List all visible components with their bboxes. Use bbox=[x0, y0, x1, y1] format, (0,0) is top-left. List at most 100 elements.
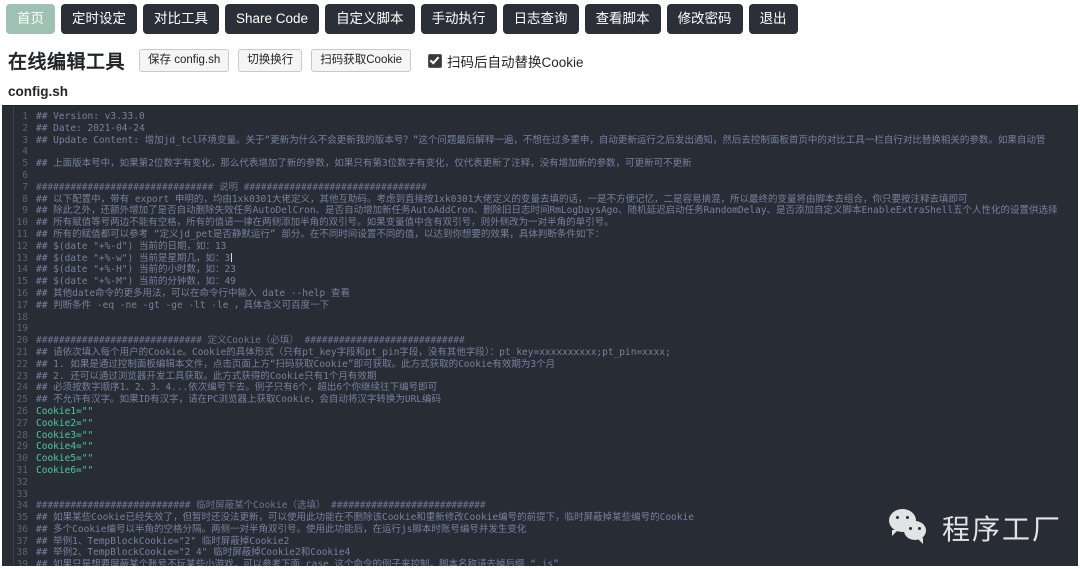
code-line[interactable]: 13 ## $(date "+%-w") 当前是星期几，如：3 bbox=[2, 252, 1078, 265]
line-number: 12 bbox=[16, 240, 28, 252]
nav-item-8[interactable]: 修改密码 bbox=[666, 4, 743, 34]
code-line[interactable]: 3 ## Update Content: 增加jd_tcl环境变量。关于“更新为什… bbox=[2, 135, 1078, 147]
nav-item-2[interactable]: 对比工具 bbox=[143, 4, 219, 34]
code-line[interactable]: 33 bbox=[2, 489, 1078, 501]
line-number: 28 bbox=[16, 429, 28, 441]
code-line[interactable]: 19 bbox=[2, 323, 1078, 335]
code-line[interactable]: 15 ## $(date "+%-M") 当前的分钟数，如：49 bbox=[2, 276, 1078, 288]
code-line[interactable]: 9 ## 除此之外，还额外增加了是否自动删除失效任务AutoDelCron、是否自… bbox=[2, 205, 1078, 217]
line-number: 8 bbox=[22, 193, 28, 205]
code-line[interactable]: 4 bbox=[2, 146, 1078, 158]
nav-item-1[interactable]: 定时设定 bbox=[61, 4, 137, 34]
code-line[interactable]: 27 Cookie2="" bbox=[2, 418, 1078, 430]
code-line[interactable]: 8 ## 以下配置中，带有 export 申明的，均由1xk0301大佬定义，其他… bbox=[2, 194, 1078, 206]
nav-item-9[interactable]: 退出 bbox=[748, 4, 798, 34]
code-line[interactable]: 10 ## 所有赋值等号两边不能有空格，所有的值请一律在两侧添加半角的双引号。如果… bbox=[2, 217, 1078, 229]
line-text: ############################### 说明 #####… bbox=[36, 181, 427, 193]
line-text: ############################# 定义Cookie（必… bbox=[36, 335, 465, 347]
line-text: ## 所有的赋值都可以参考 “定义jd_pet是否静默运行” 部分。在不同时间设… bbox=[36, 228, 605, 240]
code-line[interactable]: 39 ## 如果只是想要屏蔽某个账号不玩某些小游戏，可以参考下面 case 这个命… bbox=[2, 559, 1078, 566]
nav-item-5[interactable]: 手动执行 bbox=[420, 4, 497, 34]
code-content[interactable]: 1 ## Version: v3.33.0 2 ## Date: 2021-04-24… bbox=[2, 106, 1078, 566]
line-text: ## 举例2、TempBlockCookie="2 4" 临时屏蔽掉Cookie… bbox=[36, 547, 351, 559]
line-text: Cookie5="" bbox=[36, 453, 94, 465]
code-line[interactable]: 11 ## 所有的赋值都可以参考 “定义jd_pet是否静默运行” 部分。在不同时… bbox=[2, 229, 1078, 241]
save-config-button[interactable]: 保存 config.sh bbox=[139, 49, 230, 72]
code-line[interactable]: 16 ## 其他date命令的更多用法，可以在命令行中输入 date --help… bbox=[2, 288, 1078, 300]
line-number: 16 bbox=[16, 287, 28, 299]
code-line[interactable]: 23 ## 2. 还可以通过浏览器开发工具获取。此方式获得的Cookie只有1个月… bbox=[2, 371, 1078, 383]
auto-replace-cookie-checkbox-wrap[interactable]: 扫码后自动替换Cookie bbox=[428, 51, 584, 71]
line-text: Cookie4="" bbox=[36, 441, 94, 453]
line-text: ## 上面版本号中，如果第2位数字有变化，那么代表增加了新的参数，如果只有第3位… bbox=[36, 158, 692, 170]
top-navbar: 首页 定时设定 对比工具 Share Code 自定义脚本 手动执行 日志查询 查看脚本 修改密… bbox=[0, 0, 1080, 38]
line-number: 33 bbox=[16, 488, 28, 500]
file-name-label: config.sh bbox=[8, 84, 68, 99]
line-number: 3 bbox=[22, 134, 28, 146]
line-text: ## 多个Cookie编号以半角的空格分隔。两侧一对半角双引号。使用此功能后，在… bbox=[36, 523, 527, 535]
code-line[interactable]: 35 ## 如果某些Cookie已经失效了，但暂时还没法更新，可以使用此功能在不删… bbox=[2, 512, 1078, 524]
line-number: 11 bbox=[16, 228, 28, 240]
code-line[interactable]: 38 ## 举例2、TempBlockCookie="2 4" 临时屏蔽掉Cook… bbox=[2, 547, 1078, 559]
code-line[interactable]: 5 ## 上面版本号中，如果第2位数字有变化，那么代表增加了新的参数，如果只有第3… bbox=[2, 158, 1078, 170]
line-text: ########################### 临时屏蔽某个Cookie… bbox=[36, 500, 486, 512]
code-line[interactable]: 18 bbox=[2, 312, 1078, 324]
line-number: 24 bbox=[16, 382, 28, 394]
code-line[interactable]: 25 ## 不允许有汉字。如果ID有汉字，请在PC浏览器上获取Cookie，会自动… bbox=[2, 394, 1078, 406]
line-text: Cookie3="" bbox=[36, 429, 94, 441]
code-line[interactable]: 14 ## $(date "+%-H") 当前的小时数，如：23 bbox=[2, 264, 1078, 276]
toggle-wrap-button[interactable]: 切换换行 bbox=[238, 49, 303, 72]
line-number: 7 bbox=[22, 181, 28, 193]
code-line[interactable]: 2 ## Date: 2021-04-24 bbox=[2, 123, 1078, 135]
line-number: 15 bbox=[16, 276, 28, 288]
line-text: ## 2. 还可以通过浏览器开发工具获取。此方式获得的Cookie只有1个月有效… bbox=[36, 370, 377, 382]
code-line[interactable]: 1 ## Version: v3.33.0 bbox=[2, 111, 1078, 123]
line-text: Cookie1="" bbox=[36, 405, 94, 417]
nav-item-4[interactable]: 自定义脚本 bbox=[325, 4, 415, 34]
code-line[interactable]: 7 ############################### 说明 ####… bbox=[2, 182, 1078, 194]
code-line[interactable]: 36 ## 多个Cookie编号以半角的空格分隔。两侧一对半角双引号。使用此功能后… bbox=[2, 524, 1078, 536]
code-line[interactable]: 31 Cookie6="" bbox=[2, 465, 1078, 477]
line-number: 17 bbox=[16, 299, 28, 311]
code-line[interactable]: 6 bbox=[2, 170, 1078, 182]
code-line[interactable]: 37 ## 举例1、TempBlockCookie="2" 临时屏蔽掉Cookie… bbox=[2, 536, 1078, 548]
scan-cookie-button[interactable]: 扫码获取Cookie bbox=[311, 49, 412, 72]
nav-item-7[interactable]: 查看脚本 bbox=[584, 4, 661, 34]
line-number: 13 bbox=[16, 252, 28, 264]
line-number: 35 bbox=[16, 512, 28, 524]
line-text: ## $(date "+%-M") 当前的分钟数，如：49 bbox=[36, 276, 236, 288]
line-number: 30 bbox=[16, 453, 28, 465]
code-line[interactable]: 29 Cookie4="" bbox=[2, 441, 1078, 453]
auto-replace-cookie-checkbox[interactable] bbox=[428, 53, 443, 68]
code-line[interactable]: 26 Cookie1="" bbox=[2, 406, 1078, 418]
line-text: ## $(date "+%-w") 当前是星期几，如：3 bbox=[36, 252, 231, 264]
line-number: 36 bbox=[16, 523, 28, 535]
nav-item-6[interactable]: 日志查询 bbox=[502, 4, 579, 34]
code-editor[interactable]: 1 ## Version: v3.33.0 2 ## Date: 2021-04-24… bbox=[2, 105, 1078, 566]
line-text: ## 请依次填入每个用户的Cookie。Cookie的具体形式（只有pt_key… bbox=[36, 346, 671, 358]
code-line[interactable]: 21 ## 请依次填入每个用户的Cookie。Cookie的具体形式（只有pt_k… bbox=[2, 347, 1078, 359]
line-number: 20 bbox=[16, 335, 28, 347]
line-number: 10 bbox=[16, 217, 28, 229]
line-number: 4 bbox=[22, 146, 28, 158]
line-text: Cookie6="" bbox=[36, 464, 94, 476]
code-line[interactable]: 30 Cookie5="" bbox=[2, 453, 1078, 465]
code-line[interactable]: 22 ## 1. 如果是通过控制面板编辑本文件，点击页面上方“扫码获取Cookie… bbox=[2, 359, 1078, 371]
nav-item-0[interactable]: 首页 bbox=[6, 4, 55, 34]
line-text: ## Version: v3.33.0 bbox=[36, 111, 145, 122]
nav-item-3[interactable]: Share Code bbox=[225, 4, 320, 34]
code-line[interactable]: 34 ########################### 临时屏蔽某个Cook… bbox=[2, 500, 1078, 512]
code-line[interactable]: 28 Cookie3="" bbox=[2, 430, 1078, 442]
line-number: 9 bbox=[22, 205, 28, 217]
code-line[interactable]: 12 ## $(date "+%-d") 当前的日期，如：13 bbox=[2, 241, 1078, 253]
line-text: ## $(date "+%-d") 当前的日期，如：13 bbox=[36, 240, 227, 252]
code-line[interactable]: 32 bbox=[2, 477, 1078, 489]
line-number: 18 bbox=[16, 311, 28, 323]
code-line[interactable]: 20 ############################# 定义Cookie… bbox=[2, 335, 1078, 347]
line-text: ## 其他date命令的更多用法，可以在命令行中输入 date --help 查… bbox=[36, 287, 350, 299]
line-number: 29 bbox=[16, 441, 28, 453]
code-line[interactable]: 24 ## 必须按数字顺序1、2、3、4...依次编号下去。例子只有6个，超出6个… bbox=[2, 382, 1078, 394]
line-text: ## 举例1、TempBlockCookie="2" 临时屏蔽掉Cookie2 bbox=[36, 535, 290, 547]
line-number: 22 bbox=[16, 358, 28, 370]
code-line[interactable]: 17 ## 判断条件 -eq -ne -gt -ge -lt -le ，具体含义可… bbox=[2, 300, 1078, 312]
